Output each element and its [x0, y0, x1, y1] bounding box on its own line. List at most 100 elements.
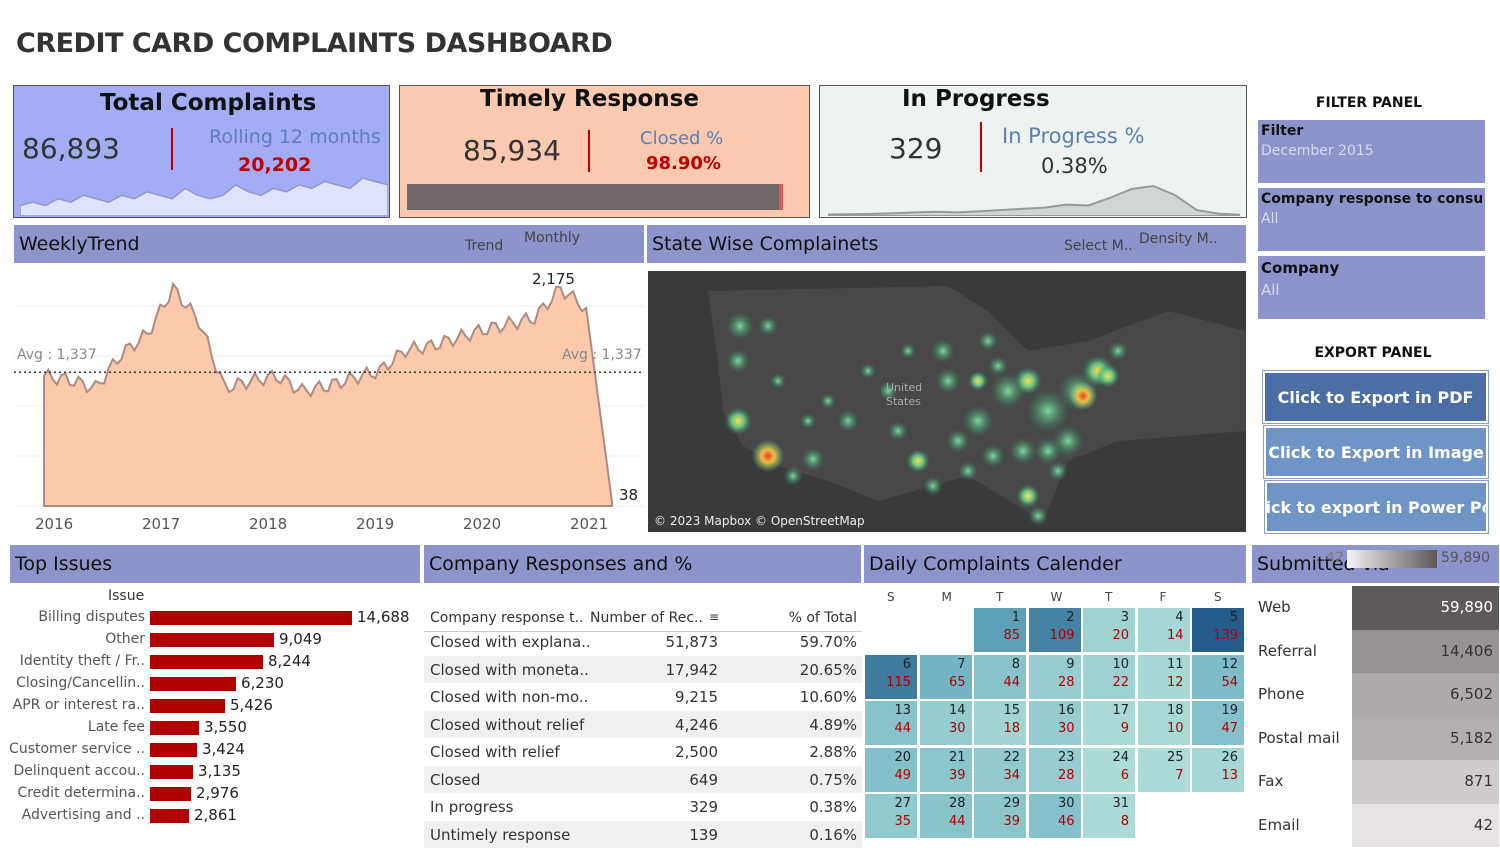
map-type-selector[interactable]: Density M.. — [1139, 231, 1218, 247]
calendar-day[interactable]: 30 46 — [1027, 793, 1082, 839]
column-header[interactable]: % of Total — [789, 610, 857, 626]
issue-bar[interactable] — [150, 699, 225, 713]
issue-bar-row[interactable]: Customer service .. 3,424 — [9, 739, 420, 761]
day-count: 12 — [1166, 674, 1184, 690]
filter-company-value[interactable]: All — [1261, 281, 1482, 299]
issue-bar[interactable] — [150, 655, 263, 669]
calendar-day[interactable]: 24 6 — [1082, 746, 1136, 793]
table-row[interactable]: Referral 14,406 — [1252, 629, 1499, 673]
channel-value: 871 — [1464, 772, 1493, 790]
response-pct: 2.88% — [809, 743, 857, 761]
issue-bar-row[interactable]: Closing/Cancellin.. 6,230 — [10, 673, 420, 695]
calendar-day[interactable]: 7 65 — [918, 653, 973, 700]
calendar-day[interactable]: 14 30 — [918, 700, 973, 746]
issue-bar-row[interactable]: Other 9,049 — [10, 629, 420, 651]
filter-company-response[interactable]: Company response to consumer All — [1258, 188, 1485, 251]
issue-bar-row[interactable]: Identity theft / Fr.. 8,244 — [10, 651, 420, 673]
table-row[interactable]: Closed with non-mo.. 9,215 10.60% — [424, 683, 862, 710]
issue-bar[interactable] — [150, 787, 191, 801]
density-hotspot — [968, 371, 988, 391]
calendar-day[interactable]: 3 20 — [1082, 607, 1136, 653]
density-map[interactable]: United States © 2023 Mapbox © OpenStreet… — [648, 271, 1246, 532]
legend-min: 42 — [1326, 550, 1344, 566]
calendar-day[interactable]: 8 44 — [973, 653, 1027, 700]
timely-response-card[interactable]: Timely Response 85,934 Closed % 98.90% — [399, 85, 810, 218]
issue-value: 9,049 — [279, 630, 322, 648]
issue-bar-row[interactable]: Delinquent accou.. 3,135 — [10, 761, 420, 783]
table-row[interactable]: Email 42 — [1252, 803, 1499, 847]
export-image-button[interactable]: Click to Export in Image — [1263, 425, 1489, 479]
trend-selector[interactable]: Monthly — [524, 230, 580, 246]
issue-bar-row[interactable]: Credit determina.. 2,976 — [10, 783, 420, 805]
timely-response-title: Timely Response — [480, 86, 699, 112]
day-number: 24 — [1112, 749, 1129, 765]
response-type: Untimely response — [430, 825, 571, 844]
calendar-day[interactable]: 15 18 — [973, 700, 1027, 746]
calendar-day[interactable]: 5 139 — [1191, 607, 1245, 653]
calendar-day[interactable]: 16 30 — [1027, 700, 1082, 746]
sort-icon[interactable]: ≡ — [709, 610, 719, 624]
map-attribution[interactable]: © 2023 Mapbox © OpenStreetMap — [654, 514, 865, 528]
issue-bar[interactable] — [150, 809, 189, 823]
issue-bar-row[interactable]: APR or interest ra.. 5,426 — [10, 695, 420, 717]
issue-bar-row[interactable]: Advertising and .. 2,861 — [10, 805, 420, 827]
filter-period[interactable]: Filter December 2015 — [1258, 120, 1485, 183]
legend-max: 59,890 — [1441, 550, 1490, 566]
filter-company[interactable]: Company All — [1258, 256, 1485, 319]
calendar-day[interactable]: 6 115 — [864, 653, 918, 700]
in-progress-card[interactable]: In Progress 329 In Progress % 0.38% — [819, 85, 1247, 218]
issue-bar[interactable] — [150, 677, 236, 691]
calendar-day[interactable]: 23 28 — [1027, 746, 1082, 793]
table-row[interactable]: Postal mail 5,182 — [1252, 716, 1499, 760]
issue-bar[interactable] — [150, 611, 352, 625]
table-row[interactable]: Web 59,890 — [1252, 586, 1499, 630]
filter-company-response-value[interactable]: All — [1261, 211, 1482, 227]
calendar-day[interactable]: 13 44 — [864, 700, 918, 746]
calendar-day[interactable]: 1 85 — [973, 607, 1027, 653]
calendar-day[interactable]: 17 9 — [1082, 700, 1136, 746]
table-row[interactable]: Closed with explana.. 51,873 59.70% — [424, 628, 862, 655]
calendar-day[interactable]: 28 44 — [918, 793, 973, 839]
calendar-day[interactable]: 4 14 — [1136, 607, 1191, 653]
issue-bar[interactable] — [150, 633, 274, 647]
calendar-day[interactable]: 31 8 — [1082, 793, 1136, 839]
table-row[interactable]: Closed with relief 2,500 2.88% — [424, 738, 862, 765]
total-complaints-card[interactable]: Total Complaints 86,893 Rolling 12 month… — [13, 85, 390, 218]
calendar-day[interactable]: 2 109 — [1027, 607, 1082, 653]
issue-bar-row[interactable]: Billing disputes 14,688 — [10, 607, 420, 629]
response-type: Closed with moneta.. — [430, 660, 589, 679]
table-row[interactable]: Closed without relief 4,246 4.89% — [424, 710, 862, 738]
timely-response-value: 85,934 — [463, 134, 561, 167]
calendar-day[interactable]: 22 34 — [973, 746, 1027, 793]
calendar-day[interactable]: 19 47 — [1191, 700, 1245, 746]
calendar-day[interactable]: 25 7 — [1136, 746, 1191, 793]
issue-bar[interactable] — [150, 765, 193, 779]
table-row[interactable]: Untimely response 139 0.16% — [424, 820, 862, 848]
density-hotspot — [726, 349, 750, 373]
calendar-day[interactable]: 12 54 — [1191, 653, 1245, 700]
calendar-day[interactable]: 11 12 — [1136, 653, 1191, 700]
issue-bar[interactable] — [150, 743, 197, 757]
calendar-day[interactable]: 10 22 — [1082, 653, 1136, 700]
issue-bar[interactable] — [150, 721, 199, 735]
density-hotspot — [1016, 484, 1040, 508]
column-header[interactable]: Number of Rec.. — [590, 610, 703, 626]
calendar-day[interactable]: 26 13 — [1191, 746, 1245, 793]
calendar-day[interactable]: 21 39 — [918, 746, 973, 793]
table-row[interactable]: Fax 871 — [1252, 760, 1499, 804]
issue-bar-row[interactable]: Late fee 3,550 — [10, 717, 420, 739]
calendar-day[interactable]: 18 10 — [1136, 700, 1191, 746]
calendar-day[interactable]: 29 39 — [973, 793, 1027, 839]
calendar-day[interactable]: 9 28 — [1027, 653, 1082, 700]
table-row[interactable]: Closed with moneta.. 17,942 20.65% — [424, 655, 862, 683]
export-pdf-button[interactable]: Click to Export in PDF — [1262, 370, 1489, 424]
table-row[interactable]: Closed 649 0.75% — [424, 765, 862, 793]
export-powerpoint-button[interactable]: Click to export in Power Po.. — [1264, 480, 1489, 534]
column-header[interactable]: Company response t.. — [430, 610, 583, 626]
calendar-day[interactable]: 20 49 — [864, 746, 918, 793]
channel-label: Phone — [1258, 685, 1305, 703]
calendar-day[interactable]: 27 35 — [864, 793, 918, 839]
filter-period-value[interactable]: December 2015 — [1261, 143, 1482, 159]
table-row[interactable]: Phone 6,502 — [1252, 673, 1499, 717]
table-row[interactable]: In progress 329 0.38% — [424, 793, 862, 820]
